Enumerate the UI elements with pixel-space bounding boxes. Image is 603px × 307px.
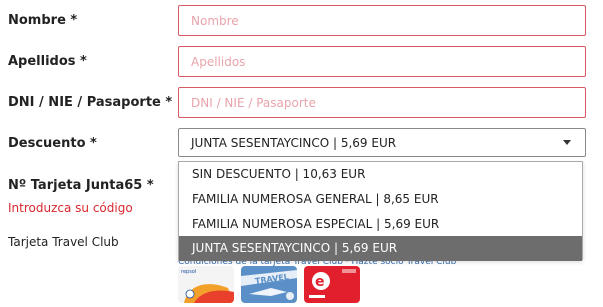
chevron-down-icon: [563, 140, 571, 145]
apellidos-input[interactable]: [178, 46, 586, 77]
descuento-option-selected[interactable]: JUNTA SESENTAYCINCO | 5,69 EUR: [179, 236, 582, 261]
descuento-option[interactable]: FAMILIA NUMEROSA ESPECIAL | 5,69 EUR: [179, 212, 582, 237]
descuento-label: Descuento *: [8, 136, 97, 151]
svg-text:repsol: repsol: [181, 269, 196, 275]
repsol-card-icon[interactable]: repsol: [178, 266, 234, 303]
descuento-select[interactable]: JUNTA SESENTAYCINCO | 5,69 EUR: [178, 128, 586, 157]
descuento-dropdown: SIN DESCUENTO | 10,63 EUR FAMILIA NUMERO…: [178, 161, 583, 261]
tarjeta-junta-label: Nº Tarjeta Junta65 *: [8, 178, 154, 193]
tarjeta-junta-error: Introduzca su código: [8, 201, 133, 215]
nombre-label: Nombre *: [8, 13, 78, 28]
eroski-card-icon[interactable]: e: [304, 266, 360, 303]
descuento-selected-value: JUNTA SESENTAYCINCO | 5,69 EUR: [191, 135, 397, 150]
travel-club-card-icon[interactable]: TRAVEL: [241, 266, 297, 303]
apellidos-label: Apellidos *: [8, 54, 87, 69]
descuento-option[interactable]: SIN DESCUENTO | 10,63 EUR: [179, 162, 582, 187]
descuento-option[interactable]: FAMILIA NUMEROSA GENERAL | 8,65 EUR: [179, 187, 582, 212]
travel-club-cards: repsol TRAVEL e: [178, 266, 360, 304]
passenger-form: Nombre * Apellidos * DNI / NIE / Pasapor…: [0, 0, 603, 307]
travel-club-label: Tarjeta Travel Club: [8, 235, 119, 249]
svg-text:e: e: [315, 274, 325, 290]
documento-label: DNI / NIE / Pasaporte *: [8, 95, 173, 110]
documento-input[interactable]: [178, 87, 586, 118]
nombre-input[interactable]: [178, 5, 586, 36]
